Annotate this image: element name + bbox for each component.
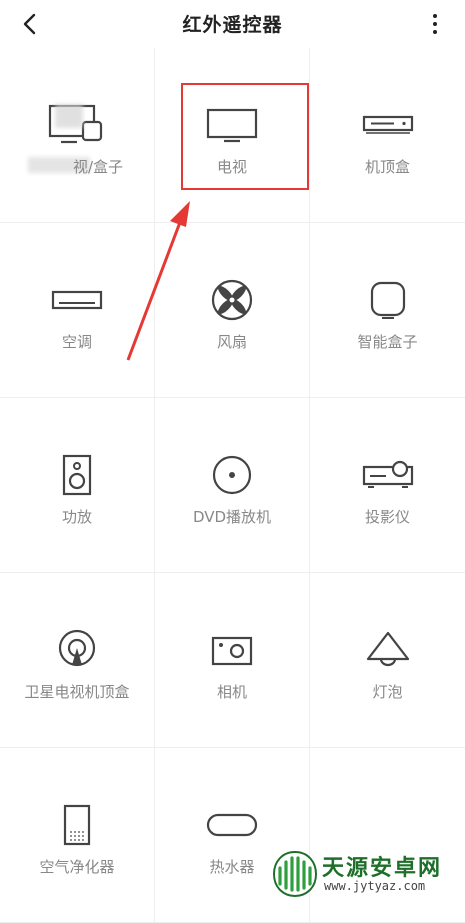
smart-box-icon [310, 275, 465, 325]
blurred-region [55, 104, 83, 128]
device-tv[interactable]: 电视 [155, 48, 310, 223]
device-label: 相机 [216, 683, 247, 701]
more-vertical-icon [433, 14, 437, 34]
device-projector[interactable]: 投影仪 [310, 398, 465, 573]
device-label: 投影仪 [364, 508, 410, 526]
amplifier-icon [0, 450, 154, 500]
air-conditioner-icon [0, 275, 154, 325]
device-label: 卫星电视机顶盒 [24, 683, 130, 701]
device-air-conditioner[interactable]: 空调 [0, 223, 155, 398]
air-purifier-icon [0, 800, 154, 850]
device-label: 灯泡 [372, 683, 403, 701]
device-set-top-box[interactable]: 机顶盒 [310, 48, 465, 223]
device-tv-box[interactable]: 视/盒子 [0, 48, 155, 223]
device-label: 视/盒子 [72, 158, 124, 176]
device-label: 热水器 [209, 858, 255, 876]
page-title: 红外遥控器 [182, 14, 283, 36]
device-fan[interactable]: 风扇 [155, 223, 310, 398]
device-label: DVD播放机 [192, 508, 272, 526]
device-label: 功放 [61, 508, 92, 526]
device-water-heater[interactable]: 热水器 [155, 748, 310, 923]
dvd-player-icon [155, 450, 309, 500]
set-top-box-icon [310, 100, 465, 150]
device-light-bulb[interactable]: 灯泡 [310, 573, 465, 748]
empty-cell [310, 748, 465, 923]
water-heater-icon [155, 800, 309, 850]
device-smart-box[interactable]: 智能盒子 [310, 223, 465, 398]
app-header: 红外遥控器 [0, 0, 465, 48]
satellite-tv-icon [0, 625, 154, 675]
device-label: 空气净化器 [39, 858, 115, 876]
tv-icon [155, 100, 309, 150]
device-label: 空调 [61, 333, 92, 351]
camera-icon [155, 625, 309, 675]
projector-icon [310, 450, 465, 500]
device-dvd-player[interactable]: DVD播放机 [155, 398, 310, 573]
device-camera[interactable]: 相机 [155, 573, 310, 748]
device-label: 智能盒子 [357, 333, 418, 351]
more-options-button[interactable] [419, 8, 451, 40]
device-amplifier[interactable]: 功放 [0, 398, 155, 573]
device-label: 电视 [216, 158, 247, 176]
device-air-purifier[interactable]: 空气净化器 [0, 748, 155, 923]
device-label: 机顶盒 [364, 158, 410, 176]
device-label: 风扇 [216, 333, 247, 351]
device-satellite-tv[interactable]: 卫星电视机顶盒 [0, 573, 155, 748]
light-bulb-icon [310, 625, 465, 675]
fan-icon [155, 275, 309, 325]
